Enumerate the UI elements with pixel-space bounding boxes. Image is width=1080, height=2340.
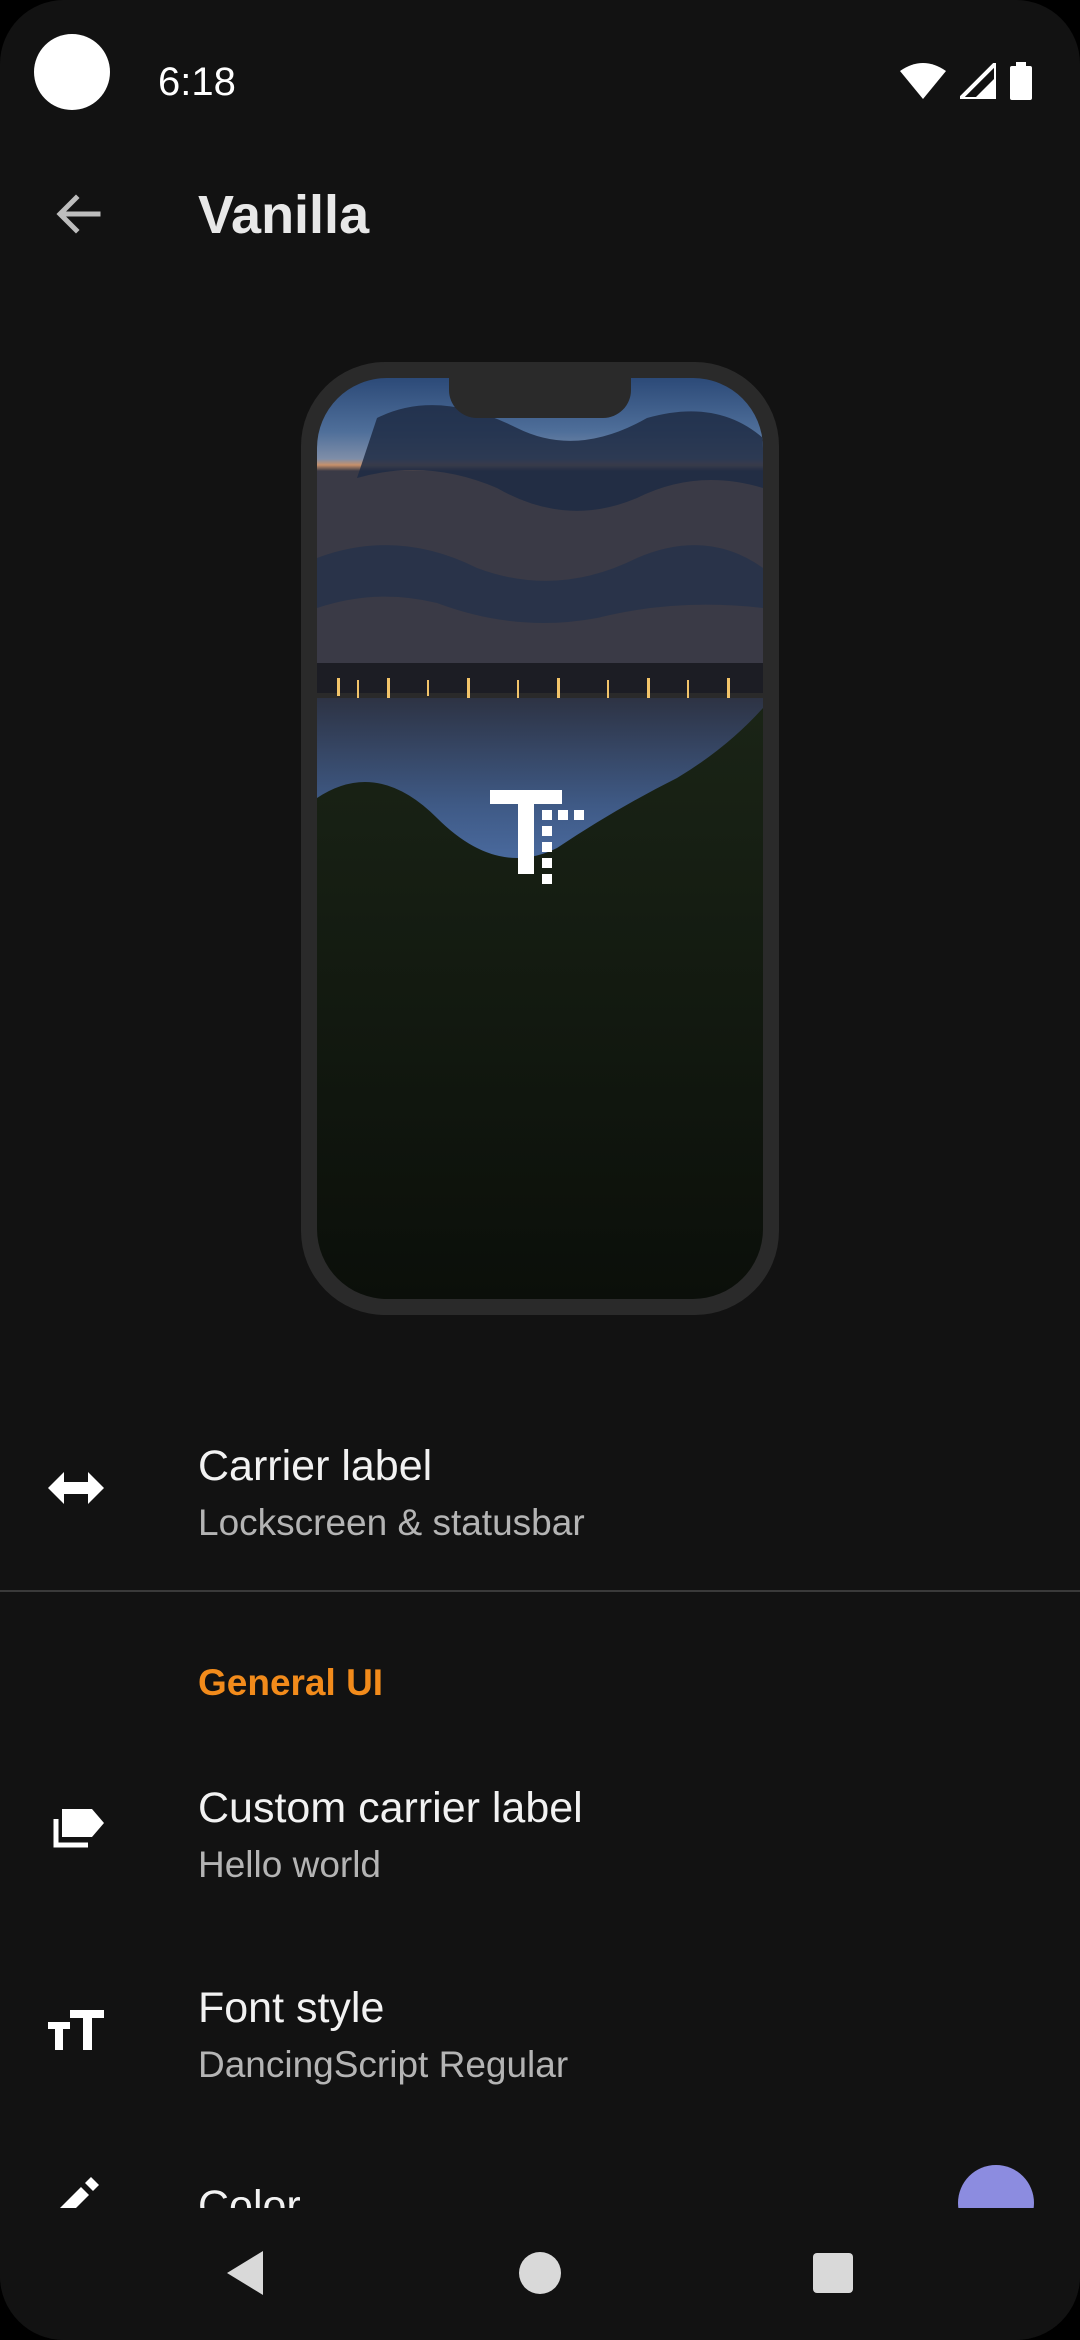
status-bar: 6:18 xyxy=(0,0,1080,150)
camera-cutout xyxy=(34,34,110,110)
setting-subtitle: DancingScript Regular xyxy=(198,2044,569,2085)
status-icons xyxy=(900,62,1032,100)
section-header-general-ui: General UI xyxy=(198,1662,384,1703)
app-logo-icon xyxy=(490,790,584,884)
status-time: 6:18 xyxy=(158,60,236,104)
back-button[interactable] xyxy=(42,178,114,250)
setting-title: Carrier label xyxy=(198,1442,433,1490)
screen: 6:18 Vanilla Carrier label Lockscreen & … xyxy=(0,0,1080,2340)
setting-carrier-label[interactable]: Carrier label Lockscreen & statusbar xyxy=(0,1420,1080,1570)
page-title: Vanilla xyxy=(198,185,370,245)
nav-back-button[interactable] xyxy=(210,2238,280,2308)
navigation-bar xyxy=(0,2208,1080,2340)
square-recents-icon xyxy=(813,2253,853,2293)
app-bar: Vanilla xyxy=(0,150,1080,280)
triangle-back-icon xyxy=(227,2251,263,2295)
wifi-icon xyxy=(900,63,946,99)
arrow-left-icon xyxy=(56,194,101,234)
setting-title: Font style xyxy=(198,1984,385,2032)
divider xyxy=(0,1590,1080,1592)
label-icon xyxy=(46,1800,106,1860)
circle-home-icon xyxy=(519,2252,561,2294)
text-size-icon xyxy=(46,2000,106,2060)
setting-subtitle: Lockscreen & statusbar xyxy=(198,1502,585,1543)
cellular-signal-icon xyxy=(960,63,996,99)
nav-recents-button[interactable] xyxy=(798,2238,868,2308)
nav-home-button[interactable] xyxy=(505,2238,575,2308)
setting-custom-carrier-label[interactable]: Custom carrier label Hello world xyxy=(0,1762,1080,1912)
setting-subtitle: Hello world xyxy=(198,1844,382,1885)
setting-title: Custom carrier label xyxy=(198,1784,583,1832)
battery-icon xyxy=(1010,62,1032,100)
swap-horiz-icon xyxy=(46,1458,106,1518)
preview-notch xyxy=(449,378,631,418)
setting-font-style[interactable]: Font style DancingScript Regular xyxy=(0,1962,1080,2112)
